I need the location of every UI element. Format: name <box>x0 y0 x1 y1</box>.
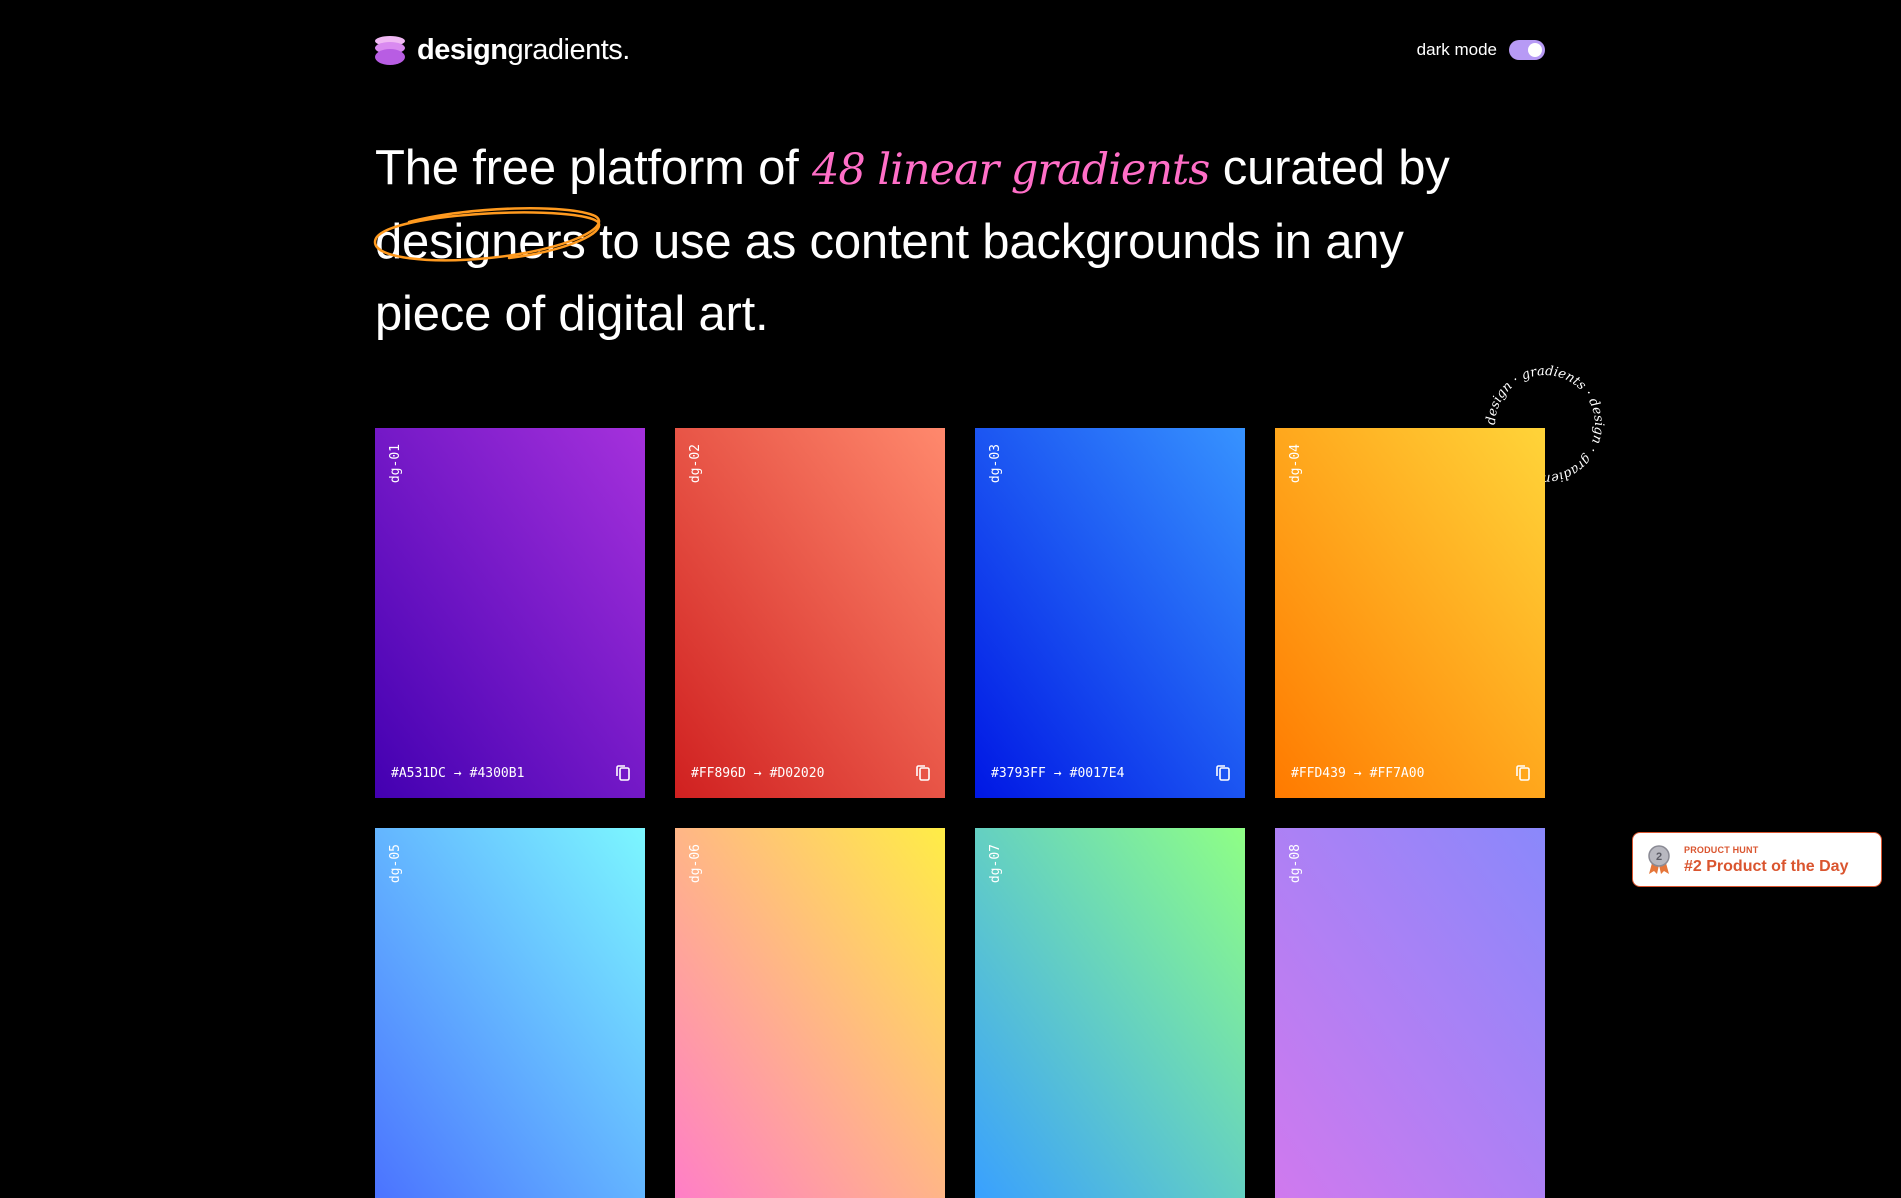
card-footer: #FFD439 → #FF7A00 <box>1291 764 1531 782</box>
card-code: dg-05 <box>388 844 403 884</box>
medal-icon: 2 <box>1648 845 1670 874</box>
logo-text: designgradients. <box>417 34 630 67</box>
logo-stack-icon <box>375 35 405 66</box>
toggle-knob <box>1528 43 1542 57</box>
card-code: dg-02 <box>688 444 703 484</box>
card-code: dg-03 <box>988 444 1003 484</box>
color-to: #4300B1 <box>469 765 525 781</box>
card-code: dg-01 <box>388 444 403 484</box>
gradient-card[interactable]: dg-03 #3793FF → #0017E4 <box>975 428 1245 798</box>
copy-icon[interactable] <box>1215 764 1231 782</box>
logo-text-light: gradients. <box>507 34 630 66</box>
hero-circled-text: designers <box>375 215 586 269</box>
medal-rank: 2 <box>1656 851 1662 863</box>
color-from: #A531DC <box>391 765 446 781</box>
color-to: #D02020 <box>769 765 825 781</box>
arrow-right-icon: → <box>453 765 462 781</box>
copy-icon[interactable] <box>615 764 631 782</box>
card-code: dg-04 <box>1288 444 1303 484</box>
hero-text-2: curated by <box>1209 141 1450 195</box>
gradient-card[interactable]: dg-02 #FF896D → #D02020 <box>675 428 945 798</box>
color-to: #0017E4 <box>1069 765 1125 781</box>
arrow-right-icon: → <box>1053 765 1062 781</box>
hero-circled-word: designers <box>373 206 601 278</box>
header: designgradients. dark mode <box>375 34 1545 70</box>
card-footer: #FF896D → #D02020 <box>691 764 931 782</box>
card-footer: #3793FF → #0017E4 <box>991 764 1231 782</box>
gradient-card[interactable]: dg-01 #A531DC → #4300B1 <box>375 428 645 798</box>
hero-text-1: The free platform of <box>375 141 812 195</box>
gradient-card[interactable]: dg-06 <box>675 828 945 1198</box>
dark-mode-toggle-group: dark mode <box>1417 40 1545 60</box>
product-hunt-badge[interactable]: 2 PRODUCT HUNT #2 Product of the Day <box>1632 832 1882 887</box>
arrow-right-icon: → <box>753 765 762 781</box>
hero-accent: 48 linear gradients <box>812 145 1210 195</box>
copy-icon[interactable] <box>1515 764 1531 782</box>
card-code: dg-08 <box>1288 844 1303 884</box>
color-from: #3793FF <box>991 765 1046 781</box>
logo-text-bold: design <box>417 34 508 66</box>
card-code: dg-07 <box>988 844 1003 884</box>
color-from: #FF896D <box>691 765 746 781</box>
gradient-card[interactable]: dg-04 #FFD439 → #FF7A00 <box>1275 428 1545 798</box>
product-hunt-title: #2 Product of the Day <box>1684 858 1849 875</box>
color-to: #FF7A00 <box>1369 765 1425 781</box>
hero-headline: The free platform of 48 linear gradients… <box>373 132 1495 350</box>
gradient-card[interactable]: dg-07 <box>975 828 1245 1198</box>
card-code: dg-06 <box>688 844 703 884</box>
color-from: #FFD439 <box>1291 765 1346 781</box>
logo[interactable]: designgradients. <box>375 34 630 67</box>
dark-mode-label: dark mode <box>1416 40 1497 59</box>
gradient-card[interactable]: dg-08 <box>1275 828 1545 1198</box>
copy-icon[interactable] <box>915 764 931 782</box>
gradient-card[interactable]: dg-05 <box>375 828 645 1198</box>
product-hunt-small-label: PRODUCT HUNT <box>1684 845 1759 855</box>
dark-mode-toggle[interactable] <box>1509 40 1545 60</box>
card-footer: #A531DC → #4300B1 <box>391 764 631 782</box>
arrow-right-icon: → <box>1353 765 1362 781</box>
